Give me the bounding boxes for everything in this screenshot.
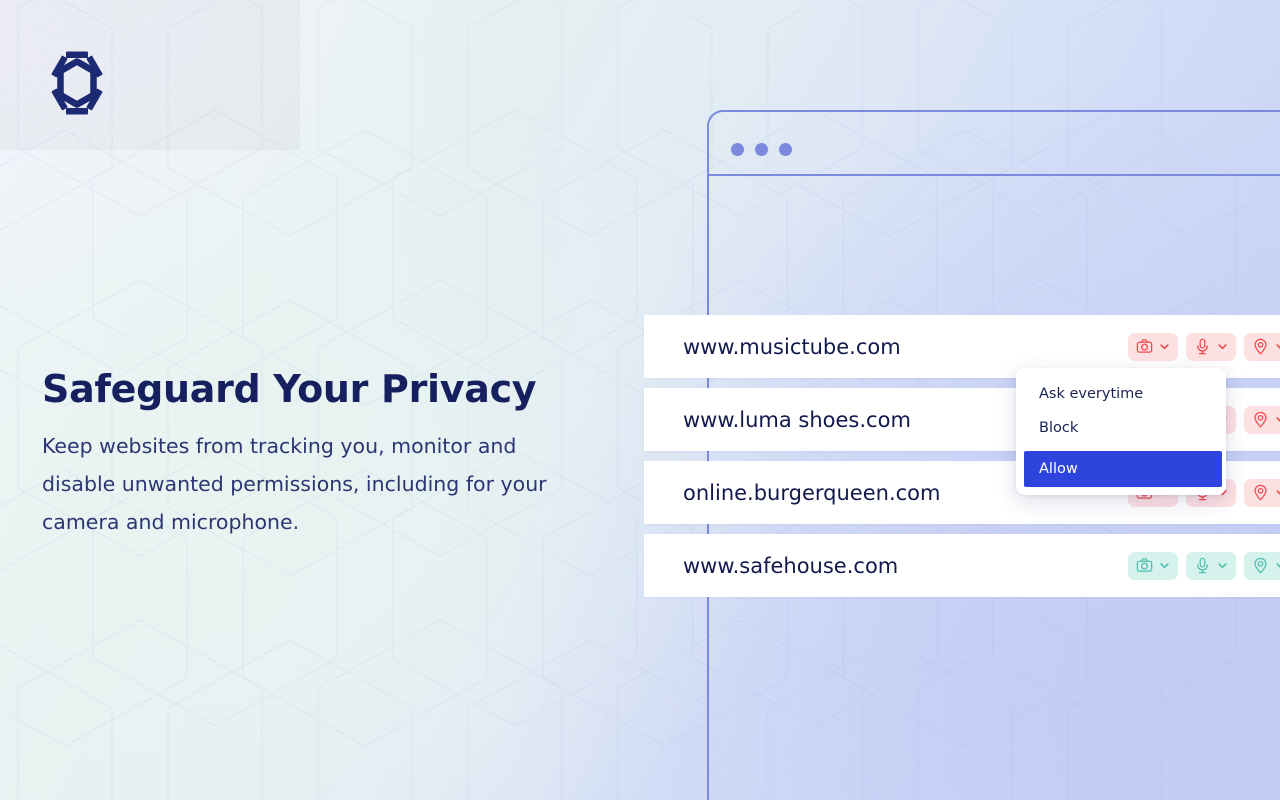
traffic-light-maximize-icon[interactable] xyxy=(779,143,792,156)
site-url-label: www.musictube.com xyxy=(683,334,901,359)
location-pin-icon xyxy=(1254,338,1267,355)
chevron-down-icon[interactable] xyxy=(1158,559,1171,572)
browser-title-bar xyxy=(709,112,1280,176)
hero-subcopy: Keep websites from tracking you, monitor… xyxy=(42,433,547,534)
permission-location-button[interactable] xyxy=(1244,405,1280,434)
permission-camera-button[interactable] xyxy=(1128,332,1178,361)
noise-texture-overlay xyxy=(0,0,300,150)
hero-copy: Safeguard Your Privacy Keep websites fro… xyxy=(42,368,582,541)
location-pin-icon xyxy=(1254,557,1267,574)
chevron-down-icon[interactable] xyxy=(1274,559,1280,572)
permission-state-dropdown[interactable]: Ask everytime Block Allow xyxy=(1016,368,1226,495)
microphone-icon xyxy=(1197,338,1208,355)
site-url-label: www.safehouse.com xyxy=(683,553,899,578)
permission-toggle-group xyxy=(1128,534,1280,597)
camera-icon xyxy=(1136,558,1153,572)
dropdown-option-allow[interactable]: Allow xyxy=(1024,451,1222,487)
permission-camera-button[interactable] xyxy=(1128,551,1178,580)
chevron-down-icon[interactable] xyxy=(1274,486,1280,499)
chevron-down-icon[interactable] xyxy=(1274,413,1280,426)
chevron-down-icon[interactable] xyxy=(1158,340,1171,353)
chevron-down-icon[interactable] xyxy=(1216,340,1229,353)
dropdown-option-ask-everytime[interactable]: Ask everytime xyxy=(1016,377,1226,411)
permission-location-button[interactable] xyxy=(1244,332,1280,361)
traffic-light-close-icon[interactable] xyxy=(731,143,744,156)
camera-icon xyxy=(1136,339,1153,353)
microphone-icon xyxy=(1197,557,1208,574)
hexagon-logo-icon xyxy=(51,51,103,115)
table-row[interactable]: www.safehouse.com xyxy=(644,534,1280,597)
page-root: Safeguard Your Privacy Keep websites fro… xyxy=(0,0,1280,800)
page-title: Safeguard Your Privacy xyxy=(42,367,537,411)
site-url-label: www.luma shoes.com xyxy=(683,407,911,432)
traffic-light-minimize-icon[interactable] xyxy=(755,143,768,156)
dropdown-option-block[interactable]: Block xyxy=(1016,411,1226,445)
location-pin-icon xyxy=(1254,484,1267,501)
permission-microphone-button[interactable] xyxy=(1186,332,1236,361)
chevron-down-icon[interactable] xyxy=(1216,559,1229,572)
permission-location-button[interactable] xyxy=(1244,478,1280,507)
permission-location-button[interactable] xyxy=(1244,551,1280,580)
chevron-down-icon[interactable] xyxy=(1274,340,1280,353)
location-pin-icon xyxy=(1254,411,1267,428)
site-url-label: online.burgerqueen.com xyxy=(683,480,941,505)
permission-microphone-button[interactable] xyxy=(1186,551,1236,580)
